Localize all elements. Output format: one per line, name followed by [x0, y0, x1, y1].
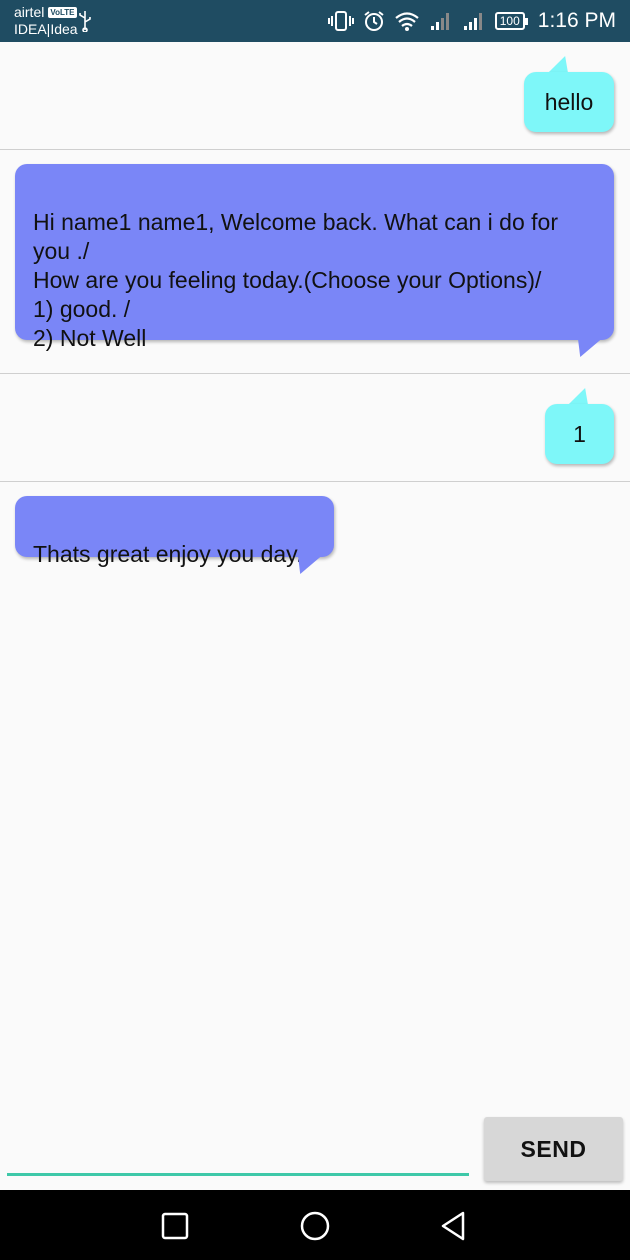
battery-icon: 100 [494, 12, 528, 30]
status-bar: airtel VoLTE IDEA|Idea 100 1:16 PM [0, 0, 630, 42]
message-text: Hi name1 name1, Welcome back. What can i… [33, 209, 558, 351]
user-message: hello [524, 72, 614, 132]
wifi-icon [394, 10, 420, 32]
message-text: hello [544, 89, 594, 115]
chat-history[interactable]: hello Hi name1 name1, Welcome back. What… [0, 42, 630, 1110]
bot-message: Hi name1 name1, Welcome back. What can i… [15, 164, 614, 351]
vibrate-icon [327, 10, 354, 32]
recent-apps-icon[interactable] [155, 1206, 195, 1246]
status-icons: 100 1:16 PM [327, 0, 616, 42]
home-icon[interactable] [295, 1206, 335, 1246]
divider [0, 373, 630, 374]
bubble-tail [566, 337, 604, 357]
back-icon[interactable] [434, 1206, 474, 1246]
signal-icon [462, 10, 486, 32]
bot-message: Thats great enjoy you day. [15, 496, 334, 567]
divider [0, 149, 630, 150]
usb-icon [78, 10, 92, 37]
divider [0, 481, 630, 482]
navigation-bar [0, 1190, 630, 1260]
message-input[interactable] [7, 1128, 469, 1172]
input-underline [7, 1173, 469, 1176]
alarm-icon [363, 10, 385, 32]
carrier-info: airtel VoLTE IDEA|Idea [14, 4, 78, 38]
message-text: 1 [573, 421, 586, 447]
carrier-primary: airtel [14, 4, 45, 20]
user-message: 1 [545, 404, 614, 464]
carrier-secondary: IDEA|Idea [14, 21, 78, 37]
message-text: Thats great enjoy you day. [33, 541, 303, 567]
signal-icon [429, 10, 453, 32]
volte-badge: VoLTE [48, 7, 77, 18]
clock: 1:16 PM [537, 9, 616, 32]
send-button[interactable]: SEND [484, 1117, 623, 1181]
